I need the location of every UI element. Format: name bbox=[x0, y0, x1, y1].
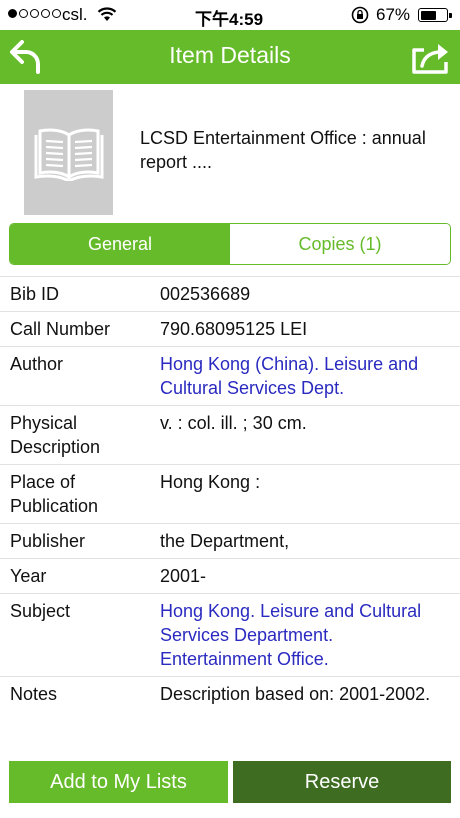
detail-label: Publisher bbox=[10, 531, 86, 551]
share-icon bbox=[412, 44, 448, 74]
detail-row-year: Year 2001- bbox=[0, 559, 460, 594]
tab-general[interactable]: General bbox=[10, 224, 230, 264]
nav-bar: Item Details bbox=[0, 30, 460, 84]
detail-row-author: Author Hong Kong (China). Leisure and Cu… bbox=[0, 347, 460, 406]
status-time: 下午4:59 bbox=[195, 10, 264, 29]
detail-value: Hong Kong : bbox=[160, 472, 261, 492]
signal-strength-icon bbox=[8, 9, 61, 18]
detail-label: Author bbox=[10, 354, 64, 374]
battery-icon bbox=[418, 8, 452, 22]
status-bar: csl. 下午4:59 67% bbox=[0, 0, 460, 30]
detail-row-physical-description: Physical Description v. : col. ill. ; 30… bbox=[0, 406, 460, 465]
details-table: Bib ID 002536689 Call Number 790.6809512… bbox=[0, 276, 460, 711]
wifi-icon bbox=[97, 7, 117, 21]
detail-label: Bib ID bbox=[10, 284, 60, 304]
detail-row-bib-id: Bib ID 002536689 bbox=[0, 277, 460, 312]
detail-label: Place of Publication bbox=[10, 472, 99, 516]
item-title: LCSD Entertainment Office : annual repor… bbox=[140, 128, 426, 172]
detail-value: 2001- bbox=[160, 566, 207, 586]
detail-value: 002536689 bbox=[160, 284, 251, 304]
author-link[interactable]: Hong Kong (China). Leisure and Cultural … bbox=[150, 352, 460, 400]
detail-value: v. : col. ill. ; 30 cm. bbox=[160, 413, 307, 433]
battery-percent: 67% bbox=[376, 5, 411, 24]
detail-row-call-number: Call Number 790.68095125 LEI bbox=[0, 312, 460, 347]
detail-label: Year bbox=[10, 566, 47, 586]
detail-label: Physical Description bbox=[10, 413, 101, 457]
detail-row-publisher: Publisher the Department, bbox=[0, 524, 460, 559]
detail-row-notes: Notes Description based on: 2001-2002. bbox=[0, 677, 460, 711]
page-title: Item Details bbox=[169, 42, 291, 68]
detail-label: Notes bbox=[10, 684, 58, 704]
detail-value: the Department, bbox=[160, 531, 290, 551]
rotation-lock-icon bbox=[351, 6, 369, 24]
detail-label: Call Number bbox=[10, 319, 111, 339]
open-book-icon bbox=[34, 128, 103, 181]
detail-value: 790.68095125 LEI bbox=[160, 319, 308, 339]
subject-link[interactable]: Hong Kong. Leisure and Cultural Services… bbox=[150, 599, 460, 671]
tab-bar: General Copies (1) bbox=[9, 223, 451, 265]
carrier-name: csl. bbox=[62, 5, 88, 24]
detail-row-place-of-publication: Place of Publication Hong Kong : bbox=[0, 465, 460, 524]
detail-row-subject: Subject Hong Kong. Leisure and Cultural … bbox=[0, 594, 460, 677]
detail-label: Subject bbox=[10, 601, 71, 621]
share-button[interactable] bbox=[408, 40, 454, 76]
book-cover-image bbox=[24, 90, 113, 215]
tab-copies[interactable]: Copies (1) bbox=[230, 224, 450, 264]
add-to-my-lists-button[interactable]: Add to My Lists bbox=[9, 761, 228, 803]
detail-value: Description based on: 2001-2002. bbox=[160, 684, 431, 704]
reserve-button[interactable]: Reserve bbox=[233, 761, 451, 803]
